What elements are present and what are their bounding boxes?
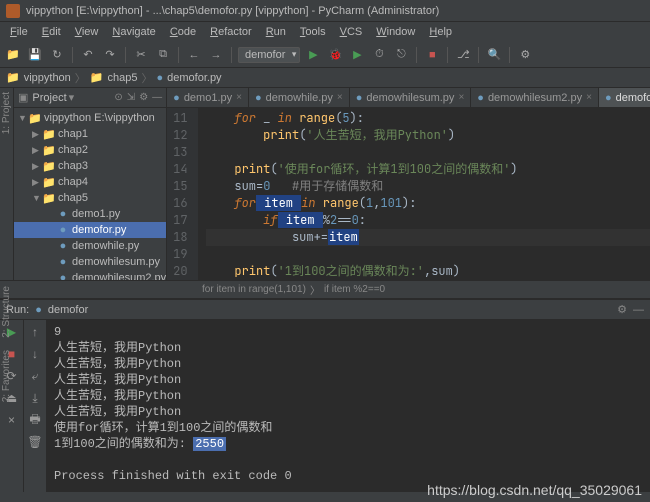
left-gutter: 1: Project	[0, 88, 14, 280]
expand-icon[interactable]: ⇲	[127, 92, 135, 103]
toolbar: 📁 💾 ↻ ↶ ↷ ✂ ⧉ ← → demofor ▶ 🐞 ▶ ⏱ ⎋ ■ ⎇ …	[0, 42, 650, 68]
menubar: File Edit View Navigate Code Refactor Ru…	[0, 22, 650, 42]
wrap-icon[interactable]: ⤶	[27, 368, 43, 384]
console-output[interactable]: 9 人生苦短，我用Python 人生苦短，我用Python 人生苦短，我用Pyt…	[46, 320, 650, 492]
editor-tab[interactable]: ●demowhile.py×	[249, 88, 350, 107]
editor-tab[interactable]: ●demowhilesum.py×	[350, 88, 472, 107]
run-config-select[interactable]: demofor	[238, 47, 300, 63]
tree-file[interactable]: ●demowhile.py	[14, 238, 166, 254]
close-icon[interactable]: ×	[458, 92, 464, 103]
app-icon	[6, 4, 20, 18]
breadcrumb: 📁 vippython 〉 📁 chap5 〉 ● demofor.py	[0, 68, 650, 88]
tree-root[interactable]: ▼📁vippython E:\vippython	[14, 110, 166, 126]
copy-icon[interactable]: ⧉	[154, 46, 172, 64]
run-icon[interactable]: ▶	[304, 46, 322, 64]
menu-help[interactable]: Help	[423, 24, 458, 40]
menu-refactor[interactable]: Refactor	[204, 24, 258, 40]
gear-icon[interactable]: ⚙	[617, 303, 627, 316]
profile-icon[interactable]: ⏱	[370, 46, 388, 64]
menu-view[interactable]: View	[69, 24, 105, 40]
down-icon[interactable]: ↓	[27, 346, 43, 362]
gear-icon[interactable]: ⚙	[139, 92, 148, 103]
run-header: Run: ● demofor ⚙ —	[0, 300, 650, 320]
close-icon[interactable]: ×	[4, 412, 20, 428]
left-tool-tabs: 2: Structure 2: Favorites	[0, 282, 18, 406]
search-icon[interactable]: 🔍	[485, 46, 503, 64]
settings-icon[interactable]: ⚙	[516, 46, 534, 64]
sidetab-structure[interactable]: 2: Structure	[0, 282, 18, 342]
vcs-icon[interactable]: ⎇	[454, 46, 472, 64]
editor-tab[interactable]: ●demo1.py×	[167, 88, 249, 107]
open-icon[interactable]: 📁	[4, 46, 22, 64]
project-panel-header: ▣ Project ▾ ⊙ ⇲ ⚙ —	[14, 88, 166, 108]
sidetab-project[interactable]: 1: Project	[0, 88, 13, 138]
tree-file[interactable]: ●demowhilesum.py	[14, 254, 166, 270]
breadcrumb-folder[interactable]: chap5	[108, 72, 138, 84]
close-icon[interactable]: ×	[337, 92, 343, 103]
editor-tabs: ●demo1.py× ●demowhile.py× ●demowhilesum.…	[167, 88, 650, 108]
folder-icon: 📁	[6, 71, 20, 84]
run-name: demofor	[48, 304, 88, 316]
forward-icon[interactable]: →	[207, 46, 225, 64]
run-panel: Run: ● demofor ⚙ — ▶ ■ ⟳ ⏏ × ↑ ↓ ⤶ ⤓ 🖶 🗑	[0, 298, 650, 492]
menu-tools[interactable]: Tools	[294, 24, 332, 40]
menu-edit[interactable]: Edit	[36, 24, 67, 40]
tree-file[interactable]: ●demowhilesum2.py	[14, 270, 166, 280]
print-icon[interactable]: 🖶	[27, 412, 43, 428]
folder-icon: 📁	[90, 71, 104, 84]
redo-icon[interactable]: ↷	[101, 46, 119, 64]
python-file-icon: ●	[156, 72, 163, 84]
structure-crumb: for item in range(1,101) 〉 if item %2==0	[0, 280, 650, 298]
editor-tab[interactable]: ●demowhilesum2.py×	[471, 88, 599, 107]
tree-file-selected[interactable]: ●demofor.py	[14, 222, 166, 238]
panel-title: Project	[32, 92, 66, 104]
debug-icon[interactable]: 🐞	[326, 46, 344, 64]
target-icon[interactable]: ⊙	[114, 92, 122, 103]
tree-file[interactable]: ●demo1.py	[14, 206, 166, 222]
watermark: https://blog.csdn.net/qq_35029061	[427, 482, 642, 498]
clear-icon[interactable]: 🗑	[27, 434, 43, 450]
up-icon[interactable]: ↑	[27, 324, 43, 340]
undo-icon[interactable]: ↶	[79, 46, 97, 64]
line-gutter: 111213 141516 171819 2021	[167, 108, 197, 280]
cut-icon[interactable]: ✂	[132, 46, 150, 64]
close-icon[interactable]: ×	[586, 92, 592, 103]
window-title: vippython [E:\vippython] - ...\chap5\dem…	[26, 5, 644, 17]
tree-folder[interactable]: ▶📁chap2	[14, 142, 166, 158]
menu-code[interactable]: Code	[164, 24, 202, 40]
menu-run[interactable]: Run	[260, 24, 292, 40]
code-area[interactable]: 111213 141516 171819 2021 for _ in range…	[167, 108, 650, 280]
project-tree[interactable]: ▼📁vippython E:\vippython ▶📁chap1 ▶📁chap2…	[14, 108, 166, 280]
sidetab-favorites[interactable]: 2: Favorites	[0, 346, 18, 406]
tree-folder[interactable]: ▶📁chap3	[14, 158, 166, 174]
tree-folder[interactable]: ▶📁chap4	[14, 174, 166, 190]
titlebar: vippython [E:\vippython] - ...\chap5\dem…	[0, 0, 650, 22]
refresh-icon[interactable]: ↻	[48, 46, 66, 64]
python-file-icon: ●	[35, 304, 42, 316]
breadcrumb-file[interactable]: demofor.py	[167, 72, 221, 84]
coverage-icon[interactable]: ▶	[348, 46, 366, 64]
menu-vcs[interactable]: VCS	[334, 24, 369, 40]
save-icon[interactable]: 💾	[26, 46, 44, 64]
menu-window[interactable]: Window	[370, 24, 421, 40]
tree-folder[interactable]: ▼📁chap5	[14, 190, 166, 206]
close-icon[interactable]: ×	[236, 92, 242, 103]
hide-icon[interactable]: —	[152, 92, 162, 103]
tree-folder[interactable]: ▶📁chap1	[14, 126, 166, 142]
stop-icon[interactable]: ■	[423, 46, 441, 64]
hide-icon[interactable]: —	[633, 304, 644, 316]
menu-file[interactable]: File	[4, 24, 34, 40]
breadcrumb-root[interactable]: vippython	[24, 72, 71, 84]
code-body[interactable]: for _ in range(5): print('人生苦短，我用Python'…	[198, 108, 650, 280]
attach-icon[interactable]: ⎋	[392, 46, 410, 64]
collapse-icon[interactable]: ▣	[18, 91, 28, 104]
editor-tab-active[interactable]: ●demofor.py×	[599, 88, 650, 107]
scroll-icon[interactable]: ⤓	[27, 390, 43, 406]
project-panel: ▣ Project ▾ ⊙ ⇲ ⚙ — ▼📁vippython E:\vippy…	[14, 88, 167, 280]
back-icon[interactable]: ←	[185, 46, 203, 64]
menu-navigate[interactable]: Navigate	[106, 24, 161, 40]
editor: ●demo1.py× ●demowhile.py× ●demowhilesum.…	[167, 88, 650, 280]
